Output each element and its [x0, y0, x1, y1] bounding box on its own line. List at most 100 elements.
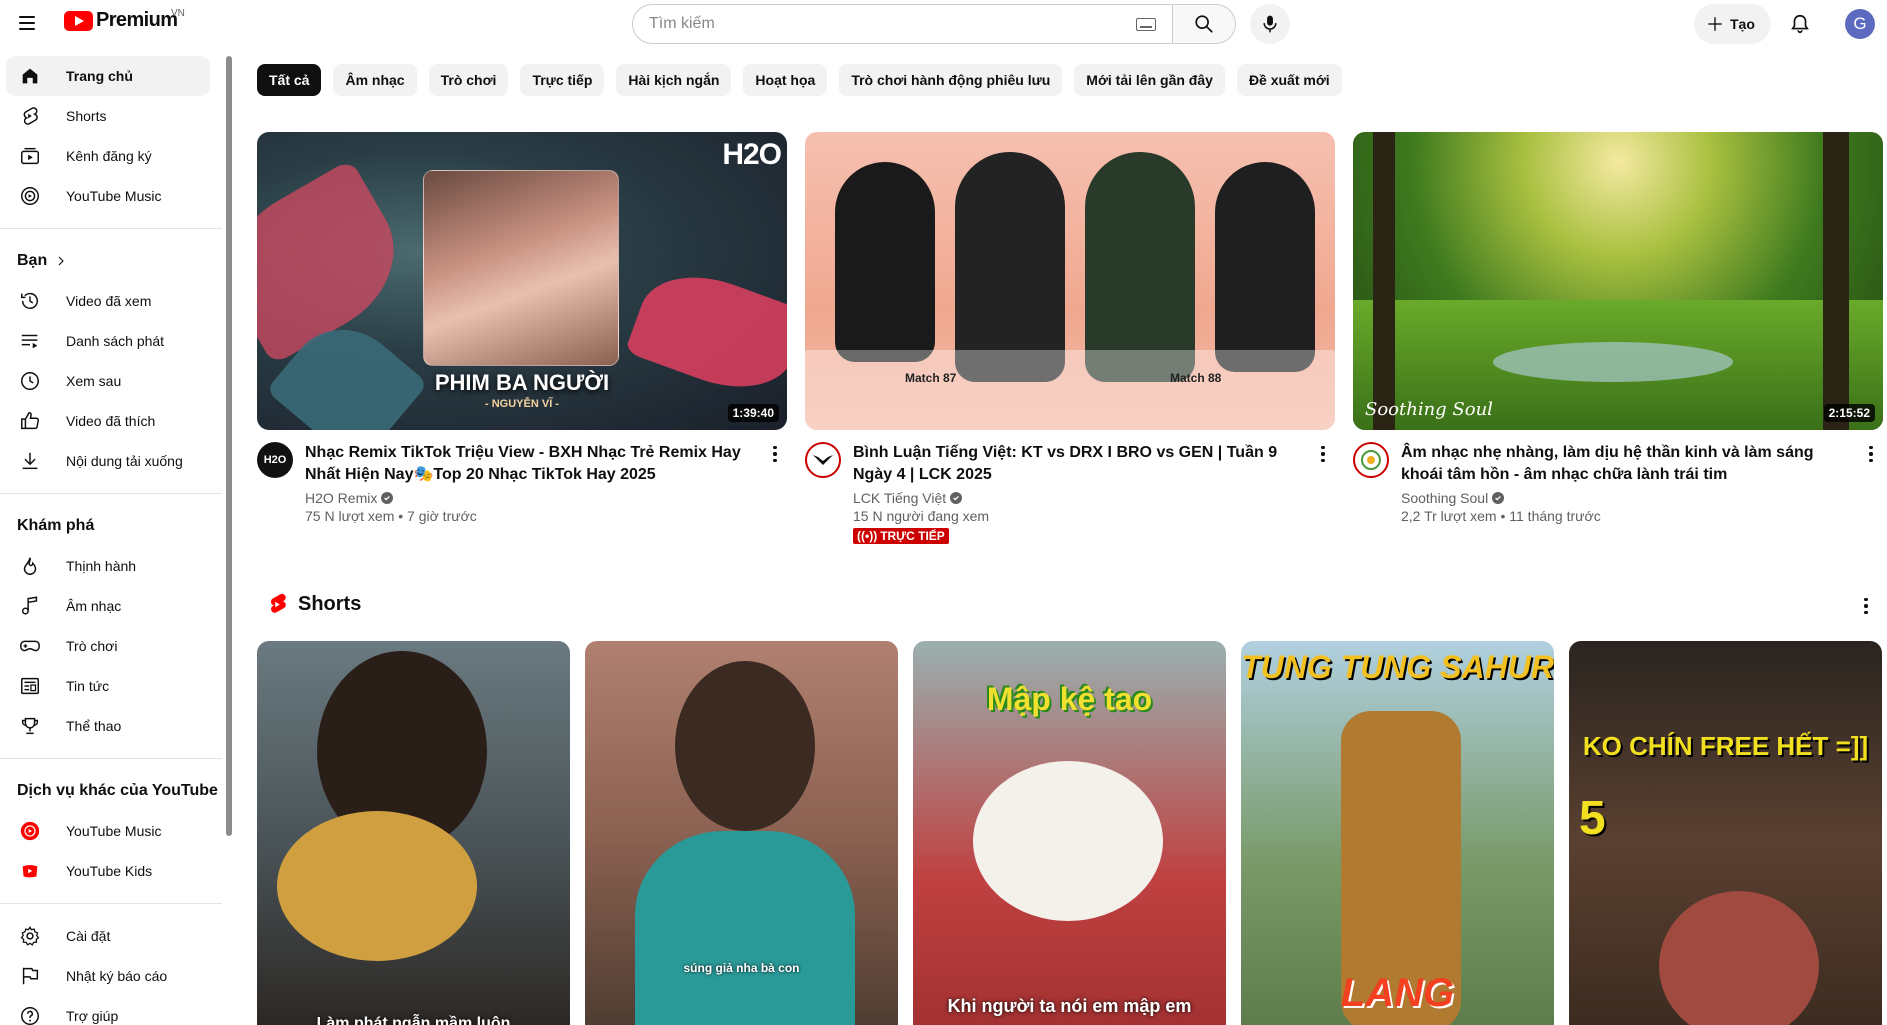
sidebar-item-label: Tin tức — [66, 678, 110, 694]
chip-animation[interactable]: Hoạt họa — [743, 64, 828, 96]
thumbnail-subtitle-text: - NGUYỄN VĨ - — [485, 398, 559, 410]
video-title[interactable]: Nhạc Remix TikTok Triệu View - BXH Nhạc … — [305, 442, 763, 486]
youtube-premium-logo[interactable]: Premium — [64, 9, 178, 32]
sidebar-item-label: Xem sau — [66, 373, 122, 389]
microphone-icon — [1263, 15, 1277, 33]
thumbnail-match-label: Match 88 — [1170, 371, 1222, 385]
youtube-music-red-icon — [18, 819, 42, 843]
video-card[interactable]: Soothing Soul 2:15:52 Âm nhạc nhẹ nhàng,… — [1353, 132, 1883, 524]
video-title[interactable]: Âm nhạc nhẹ nhàng, làm dịu hệ thần kinh … — [1401, 442, 1859, 486]
search-input[interactable] — [649, 15, 1136, 33]
channel-name[interactable]: H2O Remix — [305, 490, 377, 506]
hamburger-menu-icon[interactable] — [14, 10, 40, 36]
short-card[interactable]: Làm phát ngẫn mầm luôn — [257, 641, 570, 1025]
chip-recently-uploaded[interactable]: Mới tải lên gần đây — [1074, 64, 1225, 96]
search-button[interactable] — [1172, 4, 1236, 44]
gear-icon — [18, 924, 42, 948]
short-card[interactable]: TUNG TUNG SAHUR LANG — [1241, 641, 1554, 1025]
logo-text: Premium — [96, 9, 178, 31]
sidebar-item-liked-videos[interactable]: Video đã thích — [6, 401, 210, 441]
short-caption: Khi người ta nói em mập em — [947, 996, 1192, 1016]
sidebar-item-settings[interactable]: Cài đặt — [6, 916, 210, 956]
sidebar-item-label: Trang chủ — [66, 68, 133, 84]
sidebar-item-help[interactable]: Trợ giúp — [6, 996, 210, 1025]
trophy-icon — [18, 714, 42, 738]
thumbnail-signature: Soothing Soul — [1365, 399, 1493, 420]
channel-avatar[interactable] — [805, 442, 841, 478]
channel-name-row: LCK Tiếng Việt — [853, 490, 1311, 506]
sidebar-divider — [0, 758, 222, 759]
sidebar-item-gaming[interactable]: Trò chơi — [6, 626, 210, 666]
account-avatar[interactable]: G — [1845, 9, 1875, 39]
home-icon — [18, 64, 42, 88]
sidebar-item-label: Nhật ký báo cáo — [66, 968, 168, 984]
sidebar-item-shorts[interactable]: Shorts — [6, 96, 210, 136]
sidebar-item-youtube-music-app[interactable]: YouTube Music — [6, 811, 210, 851]
chip-action-adventure-games[interactable]: Trò chơi hành động phiêu lưu — [839, 64, 1063, 96]
sidebar-item-home[interactable]: Trang chủ — [6, 56, 210, 96]
video-title[interactable]: Bình Luận Tiếng Việt: KT vs DRX I BRO vs… — [853, 442, 1311, 486]
more-actions-icon[interactable] — [1311, 442, 1335, 466]
sidebar-item-downloads[interactable]: Nội dung tải xuống — [6, 441, 210, 481]
search-field[interactable] — [632, 4, 1172, 44]
video-thumbnail[interactable]: Match 87 Match 88 — [805, 132, 1335, 430]
chip-all[interactable]: Tất cả — [257, 64, 322, 96]
sidebar-scrollbar[interactable] — [226, 56, 232, 836]
video-thumbnail[interactable]: Soothing Soul 2:15:52 — [1353, 132, 1883, 430]
channel-avatar[interactable] — [1353, 442, 1389, 478]
sidebar-item-history[interactable]: Video đã xem — [6, 281, 210, 321]
sidebar-divider — [0, 228, 222, 229]
sidebar-item-label: Âm nhạc — [66, 598, 122, 614]
short-card[interactable]: KO CHÍN FREE HẾT =]] 5 — [1569, 641, 1882, 1025]
sidebar-item-subscriptions[interactable]: Kênh đăng ký — [6, 136, 210, 176]
flag-icon — [18, 964, 42, 988]
channel-avatar[interactable]: H2O — [257, 442, 293, 478]
lotus-logo-icon — [1361, 450, 1381, 470]
sidebar-item-trending[interactable]: Thịnh hành — [6, 546, 210, 586]
short-caption: LANG — [1340, 971, 1455, 1015]
region-code: VN — [171, 8, 185, 19]
chip-music[interactable]: Âm nhạc — [333, 64, 417, 96]
thumbnail-match-label: Match 87 — [905, 371, 957, 385]
sidebar-item-sports[interactable]: Thể thao — [6, 706, 210, 746]
short-card[interactable]: Mập kệ tao Khi người ta nói em mập em — [913, 641, 1226, 1025]
video-card[interactable]: H2O PHIM BA NGƯỜI - NGUYỄN VĨ - 1:39:40 … — [257, 132, 787, 524]
sidebar-item-label: YouTube Music — [66, 823, 162, 839]
video-thumbnail[interactable]: H2O PHIM BA NGƯỜI - NGUYỄN VĨ - 1:39:40 — [257, 132, 787, 430]
notifications-bell-icon[interactable] — [1786, 10, 1814, 38]
chip-live[interactable]: Trực tiếp — [520, 64, 605, 96]
sidebar-item-news[interactable]: Tin tức — [6, 666, 210, 706]
channel-name-row: Soothing Soul — [1401, 490, 1859, 506]
chip-sketch-comedy[interactable]: Hài kịch ngắn — [616, 64, 732, 96]
filter-chips-bar: Tất cả Âm nhạc Trò chơi Trực tiếp Hài kị… — [257, 64, 1342, 96]
thumbnail-title-text: PHIM BA NGƯỜI — [434, 370, 610, 395]
sidebar-item-youtube-kids[interactable]: YouTube Kids — [6, 851, 210, 891]
sidebar-item-playlists[interactable]: Danh sách phát — [6, 321, 210, 361]
chip-gaming[interactable]: Trò chơi — [428, 64, 509, 96]
create-button[interactable]: Tạo — [1694, 4, 1771, 44]
voice-search-button[interactable] — [1250, 4, 1290, 44]
short-dog — [973, 761, 1163, 921]
video-card[interactable]: Match 87 Match 88 Bình Luận Tiếng Việt: … — [805, 132, 1335, 545]
video-stats: 75 N lượt xem • 7 giờ trước — [305, 508, 477, 524]
sidebar-item-watch-later[interactable]: Xem sau — [6, 361, 210, 401]
short-card[interactable]: súng giả nha bà con — [585, 641, 898, 1025]
shorts-more-actions-icon[interactable] — [1854, 594, 1878, 618]
sidebar-item-report-history[interactable]: Nhật ký báo cáo — [6, 956, 210, 996]
sidebar-item-music[interactable]: Âm nhạc — [6, 586, 210, 626]
channel-name[interactable]: Soothing Soul — [1401, 490, 1488, 506]
more-actions-icon[interactable] — [763, 442, 787, 466]
chip-new-to-you[interactable]: Đề xuất mới — [1236, 64, 1342, 96]
sidebar-item-youtube-music[interactable]: YouTube Music — [6, 176, 210, 216]
video-stats: 2,2 Tr lượt xem • 11 tháng trước — [1401, 508, 1601, 524]
guide-sidebar: Trang chủ Shorts Kênh đăng ký YouTube Mu… — [0, 56, 228, 1025]
search-icon — [1195, 15, 1213, 33]
duration-badge: 2:15:52 — [1823, 404, 1875, 422]
plus-icon — [1708, 17, 1722, 31]
keyboard-icon[interactable] — [1136, 17, 1156, 31]
shorts-row: Làm phát ngẫn mầm luôn súng giả nha bà c… — [257, 641, 1887, 1025]
channel-name[interactable]: LCK Tiếng Việt — [853, 490, 946, 506]
you-section-heading[interactable]: Bạn — [0, 241, 228, 281]
channel-name-row: H2O Remix — [305, 490, 763, 506]
more-actions-icon[interactable] — [1859, 442, 1883, 466]
